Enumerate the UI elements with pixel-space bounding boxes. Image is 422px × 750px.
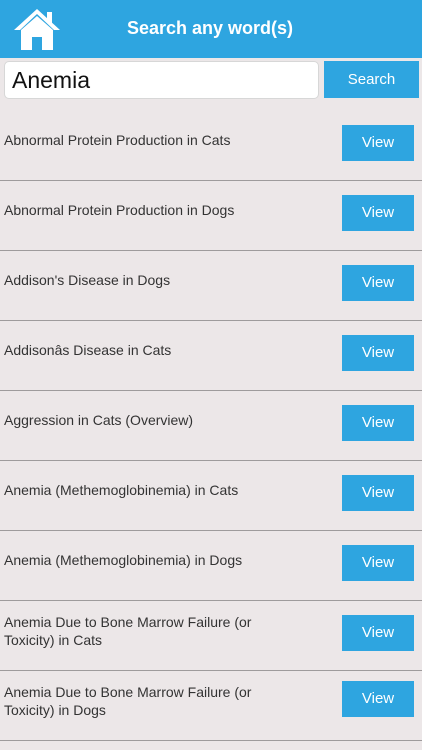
view-button[interactable]: View <box>342 405 414 441</box>
view-button[interactable]: View <box>342 125 414 161</box>
home-button[interactable] <box>12 6 62 52</box>
list-item: Anemia (Methemoglobinemia) in Dogs View <box>0 531 422 601</box>
list-item: Abnormal Protein Production in Dogs View <box>0 181 422 251</box>
view-button[interactable]: View <box>342 475 414 511</box>
list-item: Anemia Due to Bone Marrow Failure (or To… <box>0 671 422 741</box>
view-button[interactable]: View <box>342 545 414 581</box>
search-input[interactable] <box>4 61 319 99</box>
list-item: Anemia Due to Bone Marrow Failure (or To… <box>0 601 422 671</box>
list-item-title: Anemia (Methemoglobinemia) in Dogs <box>4 552 243 568</box>
view-button[interactable]: View <box>342 681 414 717</box>
view-button[interactable]: View <box>342 195 414 231</box>
list-item: Addison's Disease in Dogs View <box>0 251 422 321</box>
list-item-title: Aggression in Cats (Overview) <box>4 412 194 428</box>
list-item-title: Addison's Disease in Dogs <box>4 272 171 288</box>
list-item: Addisonâs Disease in Cats View <box>0 321 422 391</box>
list-item-title: Abnormal Protein Production in Cats <box>4 132 231 148</box>
list-item: Abnormal Protein Production in Cats View <box>0 111 422 181</box>
results-list: Abnormal Protein Production in Cats View… <box>0 111 422 741</box>
list-item-title: Anemia Due to Bone Marrow Failure (or To… <box>4 684 252 718</box>
list-item-title: Abnormal Protein Production in Dogs <box>4 202 235 218</box>
list-item: Anemia (Methemoglobinemia) in Cats View <box>0 461 422 531</box>
list-item-title: Addisonâs Disease in Cats <box>4 342 172 358</box>
list-item-title: Anemia (Methemoglobinemia) in Cats <box>4 482 239 498</box>
list-item-title: Anemia Due to Bone Marrow Failure (or To… <box>4 614 252 648</box>
list-item: Aggression in Cats (Overview) View <box>0 391 422 461</box>
view-button[interactable]: View <box>342 265 414 301</box>
view-button[interactable]: View <box>342 615 414 651</box>
search-button[interactable]: Search <box>324 61 419 98</box>
app-header: Search any word(s) <box>0 0 422 58</box>
view-button[interactable]: View <box>342 335 414 371</box>
home-icon <box>14 9 60 50</box>
page-title: Search any word(s) <box>126 18 294 38</box>
